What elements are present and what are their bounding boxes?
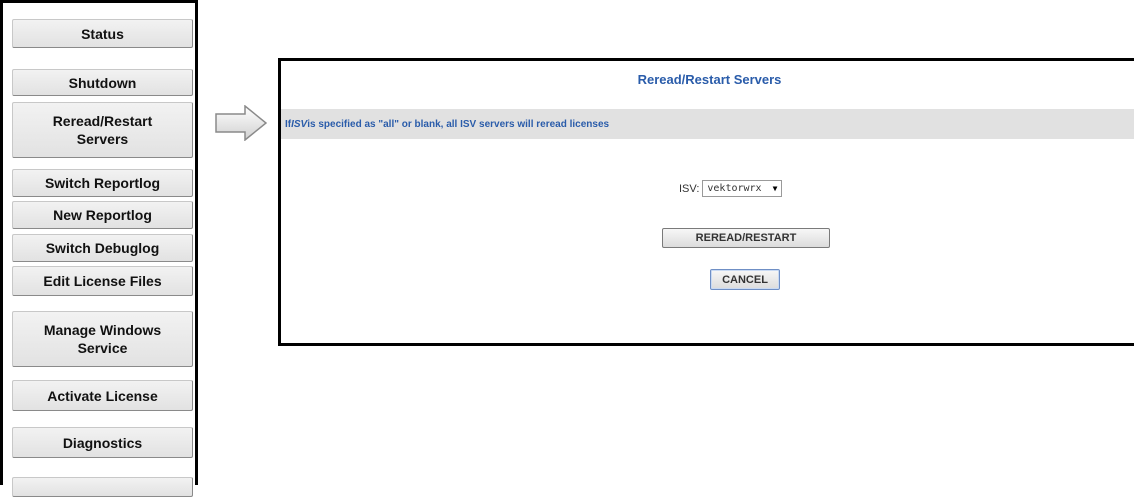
reread-restart-panel: Reread/Restart Servers If ISV is specifi… bbox=[278, 58, 1134, 346]
nav-shutdown-button[interactable]: Shutdown bbox=[12, 69, 193, 96]
nav-manage-windows-service-label: Manage Windows Service bbox=[43, 322, 162, 356]
nav-new-reportlog-label: New Reportlog bbox=[53, 207, 152, 223]
nav-activate-license-button[interactable]: Activate License bbox=[12, 380, 193, 411]
isv-selected-value: vektorwrx bbox=[707, 183, 762, 194]
nav-activate-license-label: Activate License bbox=[47, 387, 158, 404]
nav-shutdown-label: Shutdown bbox=[68, 74, 137, 91]
chevron-down-icon: ▼ bbox=[772, 184, 778, 193]
arrow-right-icon bbox=[215, 105, 267, 141]
nav-edit-license-files-label: Edit License Files bbox=[43, 273, 162, 289]
isv-select[interactable]: vektorwrx ▼ bbox=[702, 180, 783, 197]
page-title: Reread/Restart Servers bbox=[637, 72, 782, 87]
nav-switch-reportlog-button[interactable]: Switch Reportlog bbox=[12, 169, 193, 197]
nav-partial-button[interactable] bbox=[12, 477, 193, 497]
nav-edit-license-files-button[interactable]: Edit License Files bbox=[12, 266, 193, 296]
reread-restart-button[interactable]: REREAD/RESTART bbox=[662, 228, 830, 248]
isv-label: ISV: bbox=[679, 182, 700, 195]
info-text-suffix: is specified as "all" or blank, all ISV … bbox=[307, 118, 610, 130]
nav-status-label: Status bbox=[81, 25, 124, 42]
nav-reread-restart-button[interactable]: Reread/Restart Servers bbox=[12, 102, 193, 158]
nav-new-reportlog-button[interactable]: New Reportlog bbox=[12, 201, 193, 229]
nav-diagnostics-label: Diagnostics bbox=[62, 434, 143, 451]
cancel-button[interactable]: CANCEL bbox=[710, 269, 780, 290]
info-text-isv: ISV bbox=[291, 118, 308, 130]
sidebar-nav: Status Shutdown Reread/Restart Servers S… bbox=[0, 0, 198, 497]
nav-reread-restart-label: Reread/Restart Servers bbox=[52, 113, 153, 147]
nav-switch-debuglog-button[interactable]: Switch Debuglog bbox=[12, 234, 193, 262]
isv-row: ISV: vektorwrx ▼ bbox=[679, 180, 783, 197]
nav-status-button[interactable]: Status bbox=[12, 19, 193, 48]
nav-switch-debuglog-label: Switch Debuglog bbox=[45, 240, 160, 256]
nav-switch-reportlog-label: Switch Reportlog bbox=[44, 175, 161, 191]
info-bar: If ISV is specified as "all" or blank, a… bbox=[281, 109, 1134, 139]
nav-diagnostics-button[interactable]: Diagnostics bbox=[12, 427, 193, 458]
nav-manage-windows-service-button[interactable]: Manage Windows Service bbox=[12, 311, 193, 367]
